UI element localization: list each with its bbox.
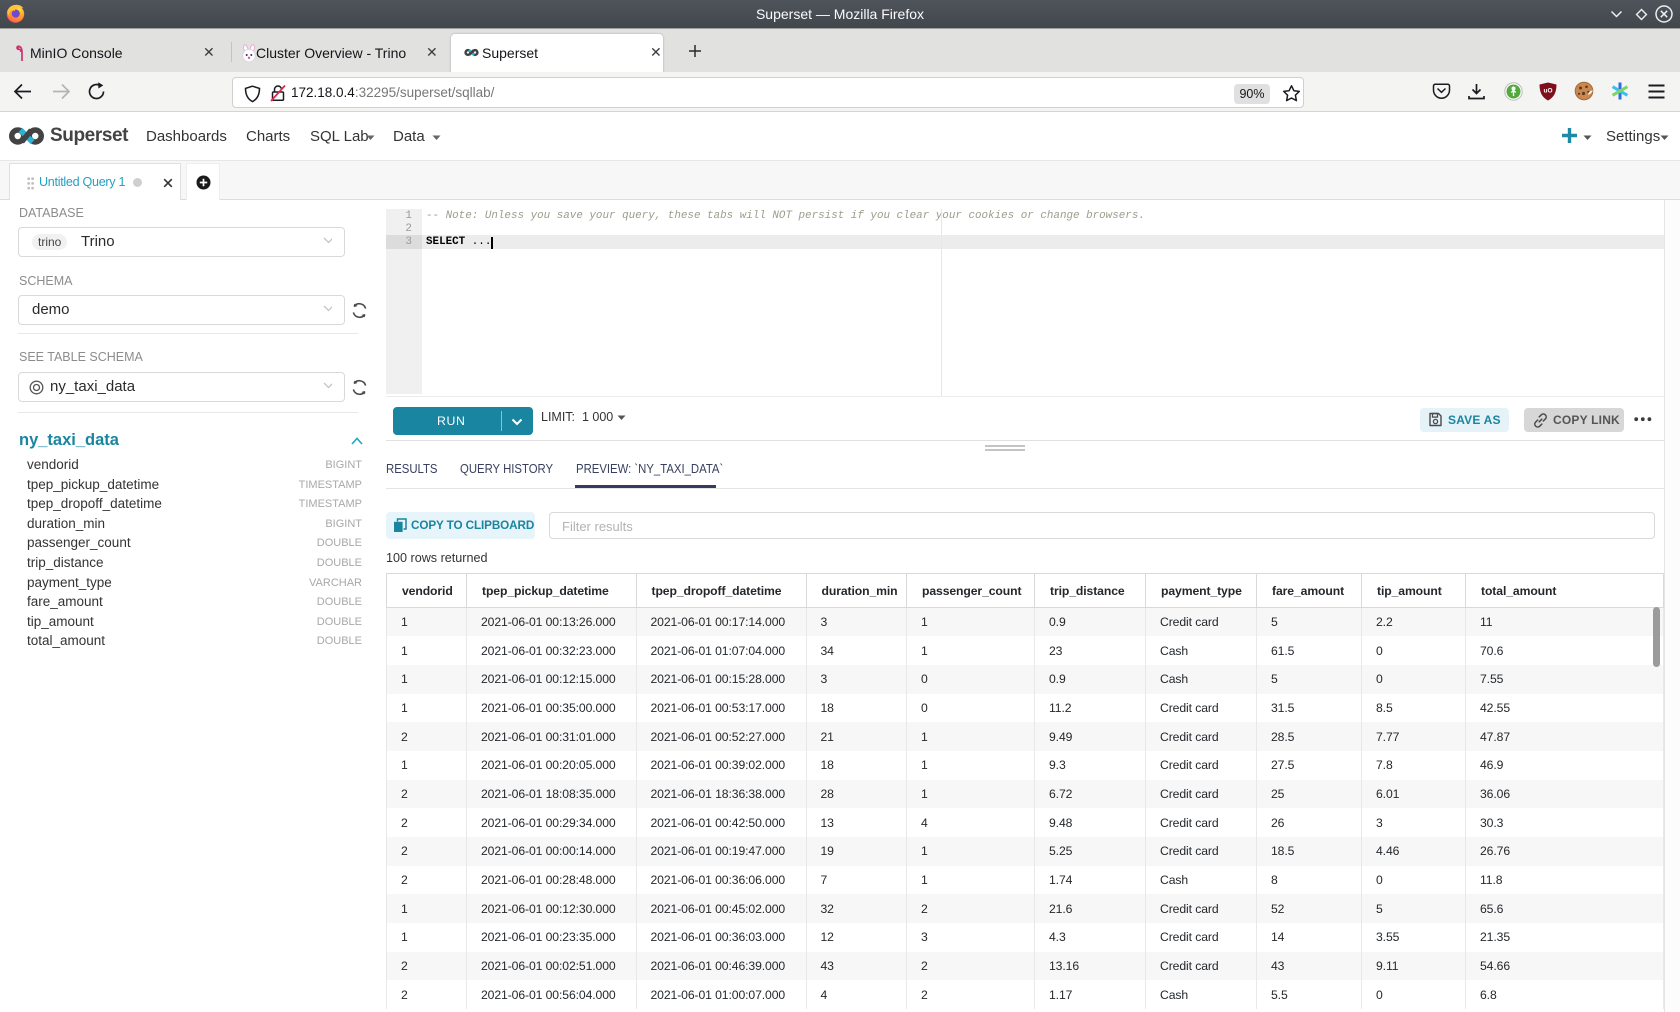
svg-text:uO: uO bbox=[1543, 88, 1552, 95]
